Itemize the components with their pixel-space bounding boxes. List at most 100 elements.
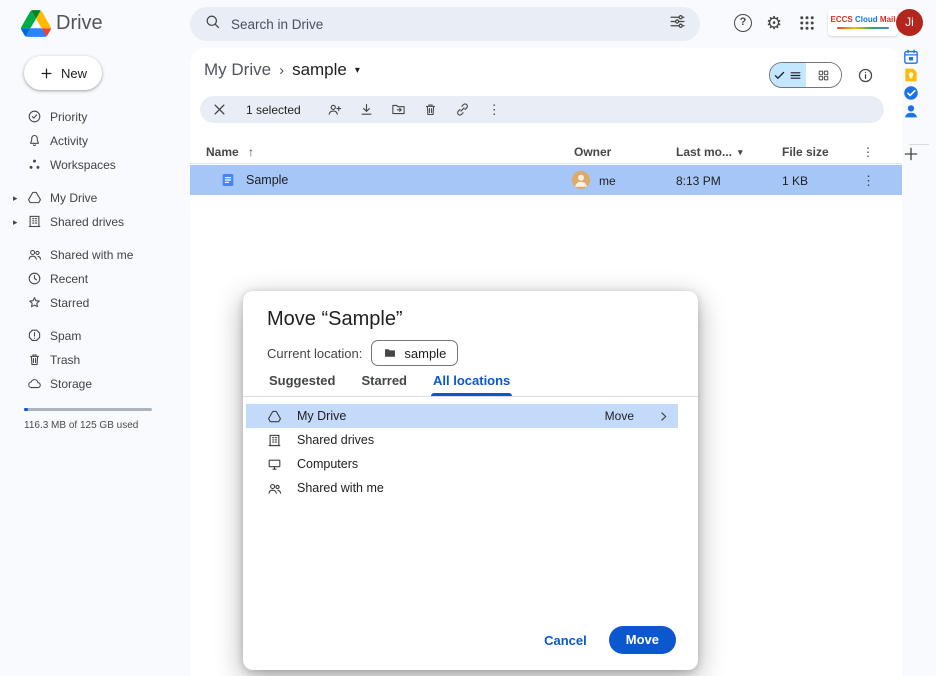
dialog-footer: Cancel Move	[544, 626, 676, 654]
move-dialog: Move “Sample” Current location: sample S…	[243, 291, 698, 670]
sidebar-item-shared-with-me[interactable]: Shared with me	[0, 243, 190, 267]
sidebar-item-shared-drives[interactable]: ▸ Shared drives	[0, 210, 190, 234]
trash-icon	[27, 352, 42, 367]
current-location-row: Current location: sample	[267, 340, 458, 366]
view-controls	[769, 62, 874, 88]
owner-avatar	[572, 171, 590, 189]
sidebar-item-starred[interactable]: Starred	[0, 291, 190, 315]
folder-icon	[383, 346, 397, 360]
sidebar-item-activity[interactable]: Activity	[0, 129, 190, 153]
help-icon[interactable]: ?	[734, 14, 752, 32]
keep-icon[interactable]	[902, 66, 936, 84]
shared-with-me-icon	[267, 481, 282, 496]
topbar: Drive ? ⚙ ECCS	[0, 0, 936, 48]
share-add-person-icon[interactable]	[327, 102, 342, 117]
view-toggle	[769, 62, 842, 88]
sidebar-item-recent[interactable]: Recent	[0, 267, 190, 291]
sidebar-item-priority[interactable]: Priority	[0, 105, 190, 129]
location-row-computers[interactable]: Computers	[246, 452, 678, 476]
move-button[interactable]: Move	[609, 626, 676, 654]
sidebar-group-shared: Shared with me Recent Starred	[0, 243, 190, 315]
storage-progress-fill	[24, 408, 28, 411]
search-bar[interactable]	[190, 7, 700, 41]
badge-word-1: ECCS	[831, 15, 853, 24]
details-info-icon[interactable]	[857, 67, 874, 84]
sidebar-item-workspaces[interactable]: Workspaces	[0, 153, 190, 177]
get-add-ons-icon[interactable]	[902, 145, 936, 163]
column-options-icon[interactable]: ⋮	[862, 145, 874, 159]
list-view-button[interactable]	[770, 63, 806, 87]
move-here-action[interactable]: Move	[605, 409, 634, 423]
current-location-name: sample	[404, 346, 446, 361]
location-row-my-drive[interactable]: My Drive Move	[246, 404, 678, 428]
drive-logo-icon[interactable]	[21, 10, 51, 37]
column-header-modified[interactable]: Last mo...	[676, 145, 732, 159]
sidebar-item-label: Starred	[50, 296, 89, 310]
current-location-label: Current location:	[267, 346, 362, 361]
search-options-icon[interactable]	[669, 13, 686, 35]
breadcrumb: My Drive › sample ▾	[204, 60, 360, 80]
sidebar-item-spam[interactable]: Spam	[0, 324, 190, 348]
breadcrumb-chevron-icon: ›	[279, 62, 284, 79]
location-label: Shared with me	[297, 481, 384, 495]
storage-progress-bar	[24, 408, 152, 411]
sidebar-item-my-drive[interactable]: ▸ My Drive	[0, 186, 190, 210]
activity-bell-icon	[27, 133, 42, 148]
column-header-size[interactable]: File size	[782, 145, 829, 159]
tasks-icon[interactable]	[902, 84, 936, 102]
breadcrumb-my-drive[interactable]: My Drive	[204, 60, 271, 80]
sidebar-item-trash[interactable]: Trash	[0, 348, 190, 372]
search-input[interactable]	[231, 17, 659, 32]
dialog-tabs: Suggested Starred All locations	[243, 367, 698, 397]
new-button[interactable]: New	[24, 56, 102, 90]
sidebar-item-label: Workspaces	[50, 158, 116, 172]
apps-grid-icon[interactable]	[798, 14, 816, 32]
trash-icon[interactable]	[423, 102, 438, 117]
location-row-shared-with-me[interactable]: Shared with me	[246, 476, 678, 500]
breadcrumb-current-folder[interactable]: sample	[292, 60, 347, 80]
tab-all-locations[interactable]: All locations	[431, 367, 512, 396]
list-view-icon	[789, 69, 802, 82]
sort-ascending-icon[interactable]: ↑	[248, 145, 254, 159]
doc-file-icon	[220, 172, 236, 188]
computers-icon	[267, 457, 282, 472]
sidebar-group-drives: ▸ My Drive ▸ Shared drives	[0, 186, 190, 234]
clear-selection-icon[interactable]	[212, 102, 227, 117]
account-avatar[interactable]: Ji	[896, 9, 923, 36]
chevron-right-icon[interactable]	[657, 410, 670, 423]
tab-starred[interactable]: Starred	[359, 367, 409, 396]
get-link-icon[interactable]	[455, 102, 470, 117]
location-row-shared-drives[interactable]: Shared drives	[246, 428, 678, 452]
check-icon	[773, 69, 786, 82]
sidebar-item-label: Spam	[50, 329, 81, 343]
sidebar-item-storage[interactable]: Storage	[0, 372, 190, 396]
modified-caret-icon[interactable]: ▾	[738, 147, 743, 158]
file-more-actions-icon[interactable]: ⋮	[862, 173, 875, 189]
side-panel-rail	[902, 48, 936, 676]
settings-gear-icon[interactable]: ⚙	[766, 11, 782, 35]
selected-count: 1 selected	[246, 103, 301, 117]
column-header-name[interactable]: Name	[206, 145, 239, 159]
folder-menu-caret-icon[interactable]: ▾	[355, 65, 360, 76]
badge-word-2: Cloud	[855, 15, 878, 24]
download-icon[interactable]	[359, 102, 374, 117]
expand-arrow-icon[interactable]: ▸	[13, 217, 18, 227]
search-icon[interactable]	[204, 13, 221, 35]
shared-drives-icon	[27, 214, 42, 229]
cancel-button[interactable]: Cancel	[544, 633, 587, 648]
move-to-folder-icon[interactable]	[391, 102, 406, 117]
more-actions-icon[interactable]: ⋮	[487, 102, 502, 117]
calendar-icon[interactable]	[902, 48, 936, 66]
storage-cloud-icon	[27, 376, 42, 391]
tab-suggested[interactable]: Suggested	[267, 367, 337, 396]
expand-arrow-icon[interactable]: ▸	[13, 193, 18, 203]
storage-usage-text: 116.3 MB of 125 GB used	[24, 420, 190, 431]
badge-underline	[837, 27, 889, 29]
table-row-sample[interactable]: Sample me 8:13 PM 1 KB ⋮	[190, 165, 902, 195]
current-location-chip[interactable]: sample	[371, 340, 458, 366]
grid-view-button[interactable]	[806, 63, 842, 87]
column-header-owner[interactable]: Owner	[574, 145, 611, 159]
file-name: Sample	[246, 173, 288, 187]
contacts-icon[interactable]	[902, 102, 936, 120]
eccs-cloud-mail-badge[interactable]: ECCS Cloud Mail	[828, 9, 898, 36]
